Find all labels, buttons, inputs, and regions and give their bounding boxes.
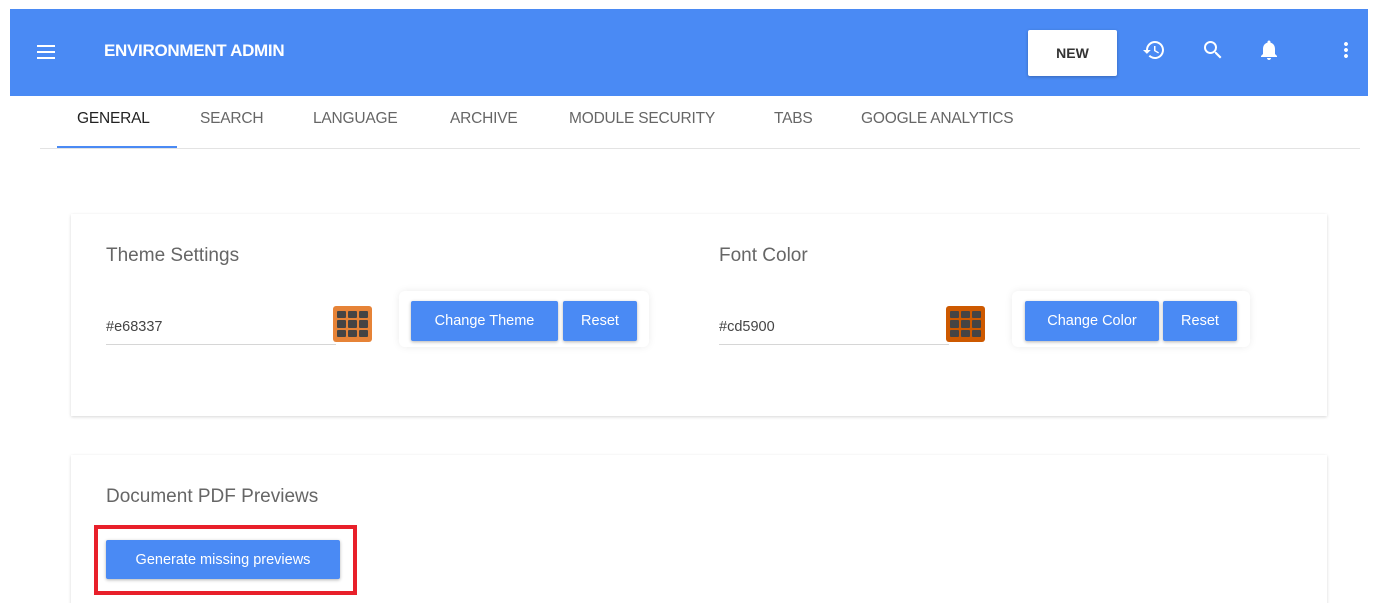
app-title: ENVIRONMENT ADMIN: [104, 41, 285, 60]
font-color-title: Font Color: [719, 245, 808, 266]
font-button-group: Change Color Reset: [1012, 291, 1250, 347]
change-theme-button[interactable]: Change Theme: [411, 301, 558, 341]
font-palette-icon[interactable]: [946, 306, 985, 342]
tab-tabs[interactable]: TABS: [774, 110, 813, 128]
more-vert-icon[interactable]: [1333, 37, 1359, 63]
font-color-field[interactable]: #cd5900: [719, 311, 949, 345]
active-tab-indicator: [57, 146, 177, 148]
history-icon[interactable]: [1141, 37, 1167, 63]
generate-previews-button[interactable]: Generate missing previews: [106, 540, 340, 579]
change-color-button[interactable]: Change Color: [1025, 301, 1159, 341]
theme-reset-button[interactable]: Reset: [563, 301, 637, 341]
menu-icon[interactable]: [35, 42, 59, 62]
tab-google-analytics[interactable]: GOOGLE ANALYTICS: [861, 110, 1014, 128]
tab-bar: GENERAL SEARCH LANGUAGE ARCHIVE MODULE S…: [40, 96, 1360, 149]
search-icon[interactable]: [1200, 37, 1226, 63]
tab-general[interactable]: GENERAL: [77, 110, 150, 128]
tab-search[interactable]: SEARCH: [200, 110, 264, 128]
font-reset-button[interactable]: Reset: [1163, 301, 1237, 341]
theme-palette-icon[interactable]: [333, 306, 372, 342]
tab-module-security[interactable]: MODULE SECURITY: [569, 110, 715, 128]
theme-settings-title: Theme Settings: [106, 245, 240, 266]
new-button[interactable]: NEW: [1028, 30, 1117, 76]
bell-icon[interactable]: [1256, 37, 1282, 63]
tab-language[interactable]: LANGUAGE: [313, 110, 398, 128]
pdf-previews-title: Document PDF Previews: [106, 486, 319, 507]
app-header: ENVIRONMENT ADMIN NEW: [10, 9, 1368, 96]
theme-button-group: Change Theme Reset: [399, 291, 649, 347]
tab-archive[interactable]: ARCHIVE: [450, 110, 518, 128]
theme-color-field[interactable]: #e68337: [106, 311, 336, 345]
